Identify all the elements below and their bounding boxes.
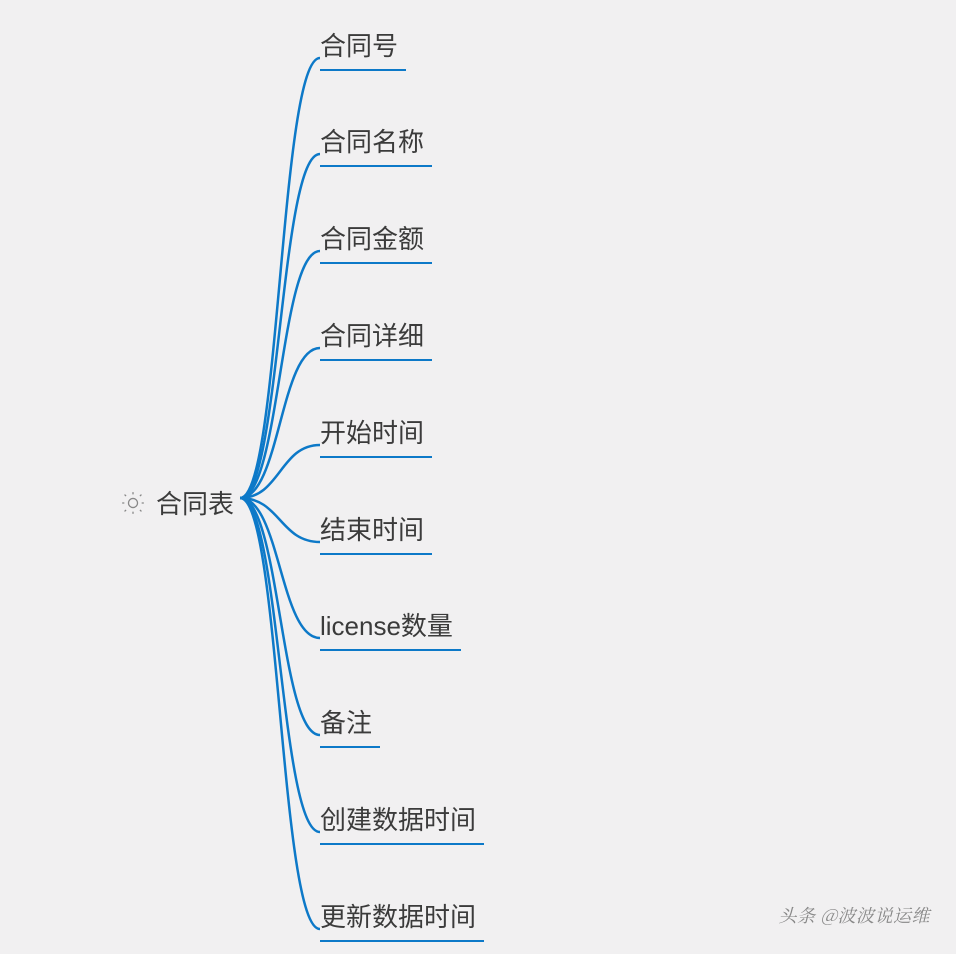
child-label: 合同号 xyxy=(320,31,398,61)
child-label: 合同详细 xyxy=(320,321,424,351)
child-node: 合同名称 xyxy=(320,122,432,167)
root-node: 合同表 xyxy=(120,484,234,521)
child-label: 合同金额 xyxy=(320,224,424,254)
root-label: 合同表 xyxy=(156,484,234,521)
child-node: 更新数据时间 xyxy=(320,897,484,942)
child-label: license数量 xyxy=(320,611,453,641)
child-label: 创建数据时间 xyxy=(320,805,476,835)
mindmap-canvas: 合同表 合同号合同名称合同金额合同详细开始时间结束时间 license数量备注创建… xyxy=(0,0,956,954)
child-label: 更新数据时间 xyxy=(320,902,476,932)
child-node: 备注 xyxy=(320,703,380,748)
child-label: 开始时间 xyxy=(320,418,424,448)
child-node: 结束时间 xyxy=(320,510,432,555)
child-node: 创建数据时间 xyxy=(320,800,484,845)
child-label: 合同名称 xyxy=(320,127,424,157)
child-node: 开始时间 xyxy=(320,413,432,458)
watermark-text: 头条 @波波说运维 xyxy=(778,902,930,928)
child-node: 合同金额 xyxy=(320,219,432,264)
child-node: 合同号 xyxy=(320,26,406,71)
child-label: 备注 xyxy=(320,708,372,738)
child-node: 合同详细 xyxy=(320,316,432,361)
child-node: license数量 xyxy=(320,606,461,651)
child-label: 结束时间 xyxy=(320,515,424,545)
lightbulb-icon xyxy=(120,490,146,516)
